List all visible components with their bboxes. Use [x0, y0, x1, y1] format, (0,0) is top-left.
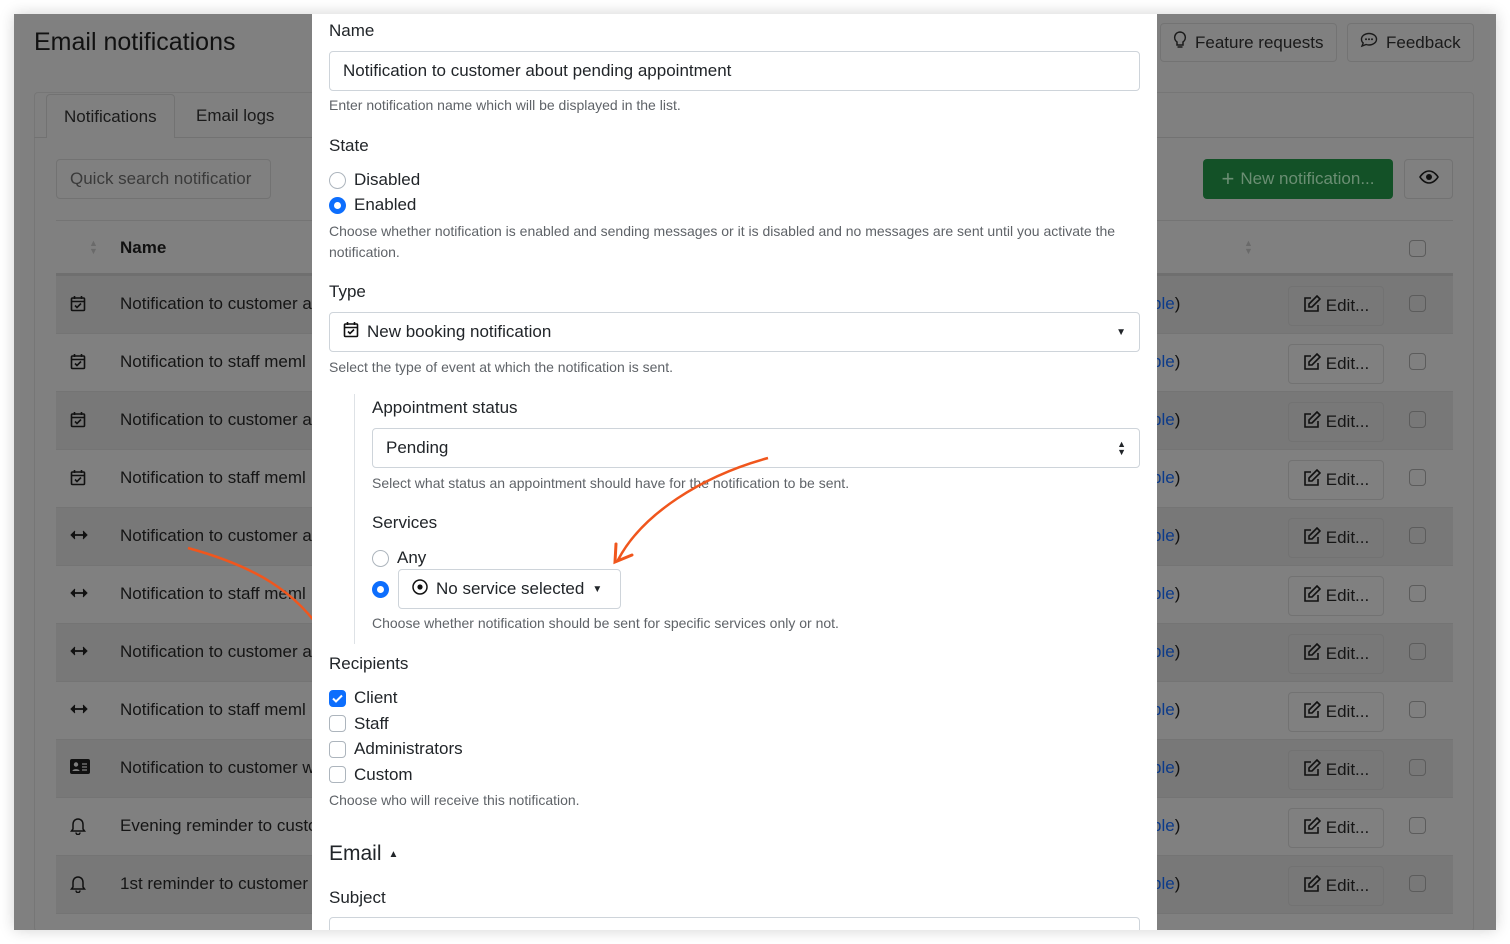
- edit-notification-modal: Name Notification to customer about pend…: [312, 14, 1157, 930]
- annotation-arrow-left: [187, 546, 332, 646]
- annotation-arrow-right: [613, 456, 769, 565]
